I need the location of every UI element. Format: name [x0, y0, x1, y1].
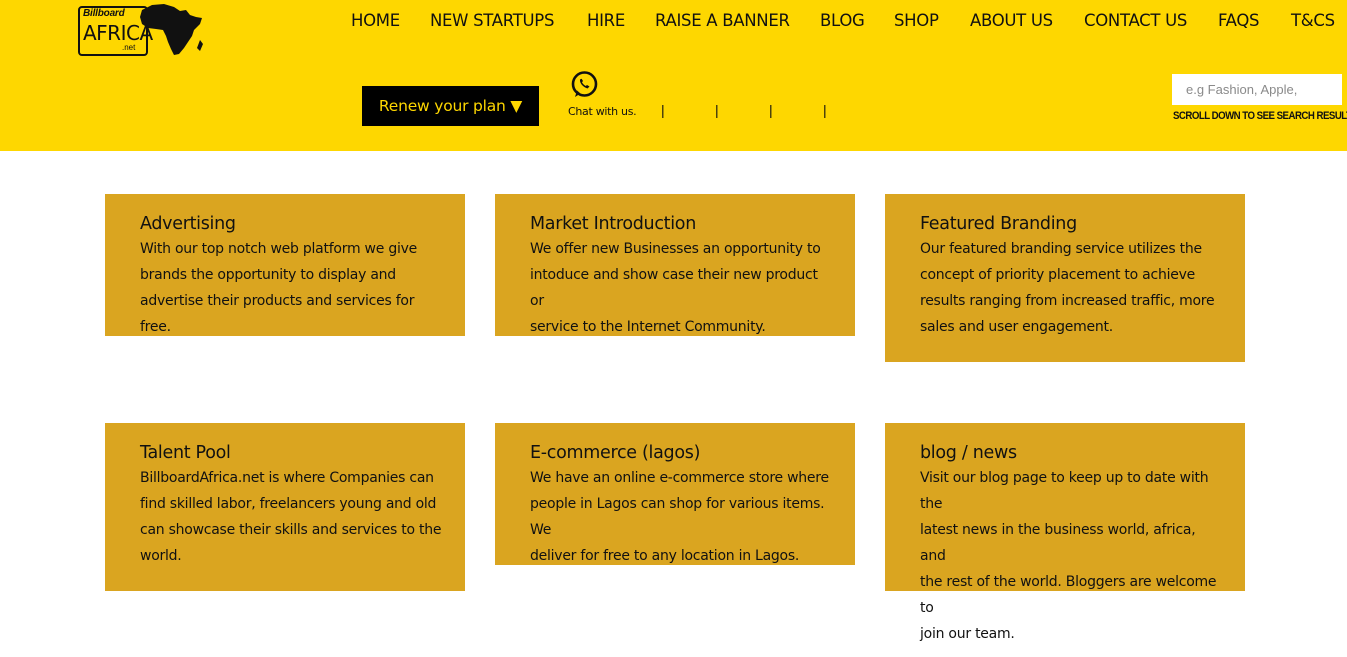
separator: |: [769, 102, 773, 118]
service-card-blog-news: blog / news Visit our blog page to keep …: [885, 423, 1245, 642]
service-card-advertising: Advertising With our top notch web platf…: [105, 194, 465, 336]
card-text-line: latest news in the business world, afric…: [920, 522, 1196, 564]
card-text-line: BillboardAfrica.net is where Companies c…: [140, 470, 434, 486]
card-title: blog / news: [920, 443, 1017, 463]
card-text-line: We offer new Businesses an opportunity t…: [530, 241, 821, 257]
whatsapp-icon[interactable]: [570, 70, 599, 99]
service-card-ecommerce: E-commerce (lagos) We have an online e-c…: [495, 423, 855, 565]
card-title: Advertising: [140, 214, 236, 234]
separator: |: [715, 102, 719, 118]
card-text-line: advertise their products and services fo…: [140, 293, 415, 335]
nav-contact-us[interactable]: CONTACT US: [1084, 11, 1187, 30]
card-text-line: people in Lagos can shop for various ite…: [530, 496, 825, 538]
card-title: Featured Branding: [920, 214, 1077, 234]
card-text-line: We have an online e-commerce store where: [530, 470, 829, 486]
card-text-line: With our top notch web platform we give: [140, 241, 417, 257]
nav-blog[interactable]: BLOG: [820, 11, 865, 30]
nav-about-us[interactable]: ABOUT US: [970, 11, 1053, 30]
nav-tcs[interactable]: T&CS: [1291, 11, 1335, 30]
separator: |: [823, 102, 827, 118]
renew-plan-button[interactable]: Renew your plan ▼: [362, 86, 539, 126]
search-hint: SCROLL DOWN TO SEE SEARCH RESULTS: [1173, 110, 1347, 122]
nav-shop[interactable]: SHOP: [894, 11, 939, 30]
nav-faqs[interactable]: FAQS: [1218, 11, 1260, 30]
nav-home[interactable]: HOME: [351, 11, 400, 30]
nav-hire[interactable]: HIRE: [587, 11, 625, 30]
service-card-market-introduction: Market Introduction We offer new Busines…: [495, 194, 855, 336]
card-text-line: results ranging from increased traffic, …: [920, 293, 1215, 309]
card-title: Market Introduction: [530, 214, 696, 234]
card-title: Talent Pool: [140, 443, 231, 463]
card-text-line: can showcase their skills and services t…: [140, 522, 442, 538]
card-text-line: intoduce and show case their new product…: [530, 267, 818, 309]
nav-new-startups[interactable]: NEW STARTUPS: [430, 11, 554, 30]
card-text-line: service to the Internet Community.: [530, 319, 766, 335]
card-text-line: brands the opportunity to display and: [140, 267, 396, 283]
main-nav: HOME NEW STARTUPS HIRE RAISE A BANNER BL…: [0, 11, 1347, 33]
logo-text-net: .net: [122, 43, 136, 52]
card-text-line: Visit our blog page to keep up to date w…: [920, 470, 1209, 512]
service-card-talent-pool: Talent Pool BillboardAfrica.net is where…: [105, 423, 465, 591]
card-text-line: find skilled labor, freelancers young an…: [140, 496, 437, 512]
chat-with-us-link[interactable]: Chat with us.: [568, 105, 637, 118]
nav-raise-a-banner[interactable]: RAISE A BANNER: [655, 11, 790, 30]
card-title: E-commerce (lagos): [530, 443, 701, 463]
card-text-line: the rest of the world. Bloggers are welc…: [920, 574, 1217, 616]
card-text-line: deliver for free to any location in Lago…: [530, 548, 800, 564]
service-card-featured-branding: Featured Branding Our featured branding …: [885, 194, 1245, 362]
card-text-line: Our featured branding service utilizes t…: [920, 241, 1202, 257]
separator: |: [661, 102, 665, 118]
search-input[interactable]: [1172, 74, 1342, 105]
card-text-line: sales and user engagement.: [920, 319, 1113, 335]
site-header: Billboard AFRICA .net HOME NEW STARTUPS …: [0, 0, 1347, 151]
card-text-line: world.: [140, 548, 182, 564]
card-text-line: join our team.: [920, 626, 1015, 642]
card-text-line: concept of priority placement to achieve: [920, 267, 1195, 283]
